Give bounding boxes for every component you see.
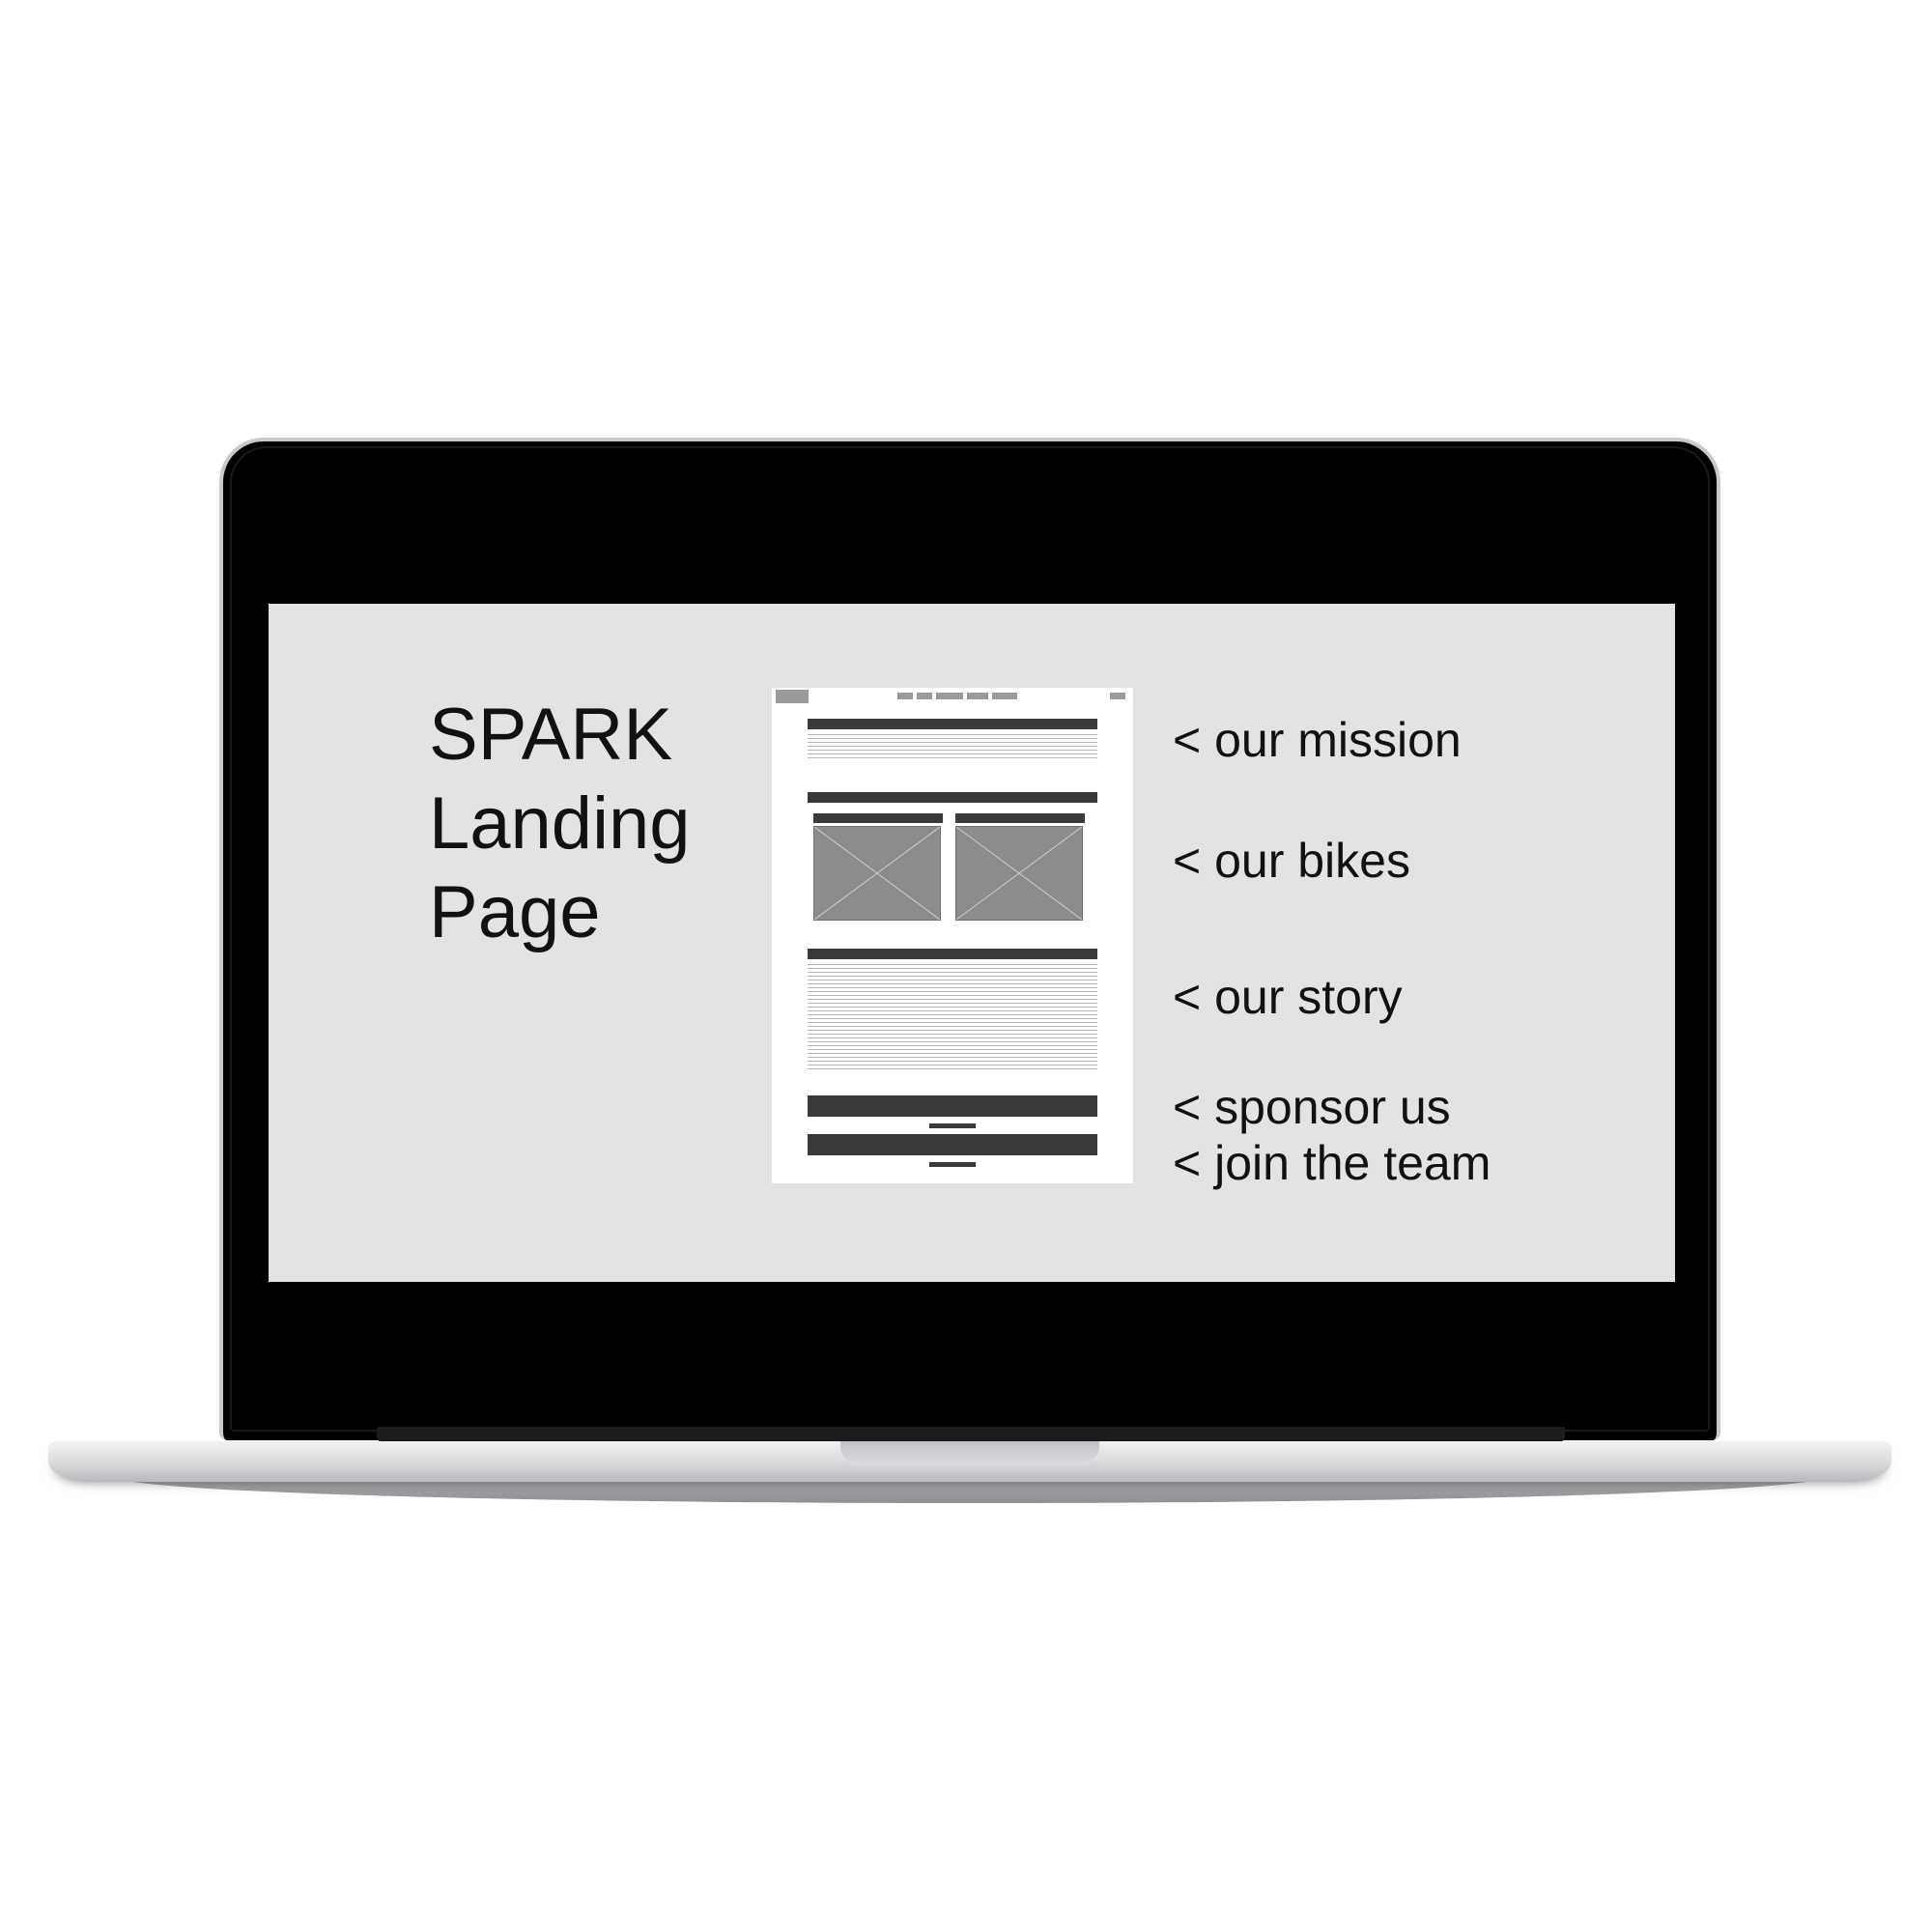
label-our-bikes: < our bikes	[1173, 834, 1410, 888]
wireframe-nav-item	[967, 693, 988, 699]
wireframe-story-text	[808, 964, 1097, 1070]
wireframe-join-banner	[808, 1134, 1097, 1155]
laptop-screen: SPARK Landing Page < our mission < our b…	[269, 604, 1675, 1282]
title-line: Landing	[429, 782, 691, 865]
wireframe-mockup	[772, 688, 1133, 1183]
wireframe-nav-item	[992, 693, 1017, 699]
laptop-hinge	[377, 1427, 1565, 1442]
label-sponsor-us: < sponsor us	[1173, 1080, 1451, 1134]
wireframe-nav-item	[917, 693, 932, 699]
wireframe-bike-caption	[813, 813, 943, 823]
label-our-mission: < our mission	[1173, 713, 1462, 767]
wireframe-nav-item	[936, 693, 963, 699]
wireframe-bikes-heading	[808, 792, 1097, 803]
wireframe-nav-item	[1110, 693, 1125, 699]
wireframe-mission-heading	[808, 719, 1097, 729]
wireframe-nav-item	[897, 693, 913, 699]
wireframe-sponsor-banner	[808, 1095, 1097, 1117]
wireframe-logo-placeholder	[776, 690, 809, 703]
label-join-the-team: < join the team	[1173, 1136, 1492, 1190]
wireframe-bike-caption	[955, 813, 1085, 823]
wireframe-image-placeholder	[955, 826, 1083, 921]
wireframe-story-heading	[808, 949, 1097, 959]
label-our-story: < our story	[1173, 970, 1403, 1024]
wireframe-sponsor-button	[929, 1123, 976, 1128]
laptop-opening-notch	[840, 1441, 1099, 1463]
wireframe-mission-text	[808, 734, 1097, 759]
wireframe-join-button	[929, 1162, 976, 1167]
wireframe-image-placeholder	[813, 826, 941, 921]
title-line: Page	[429, 871, 601, 953]
page-title: SPARK Landing Page	[429, 691, 691, 957]
title-line: SPARK	[429, 694, 673, 776]
